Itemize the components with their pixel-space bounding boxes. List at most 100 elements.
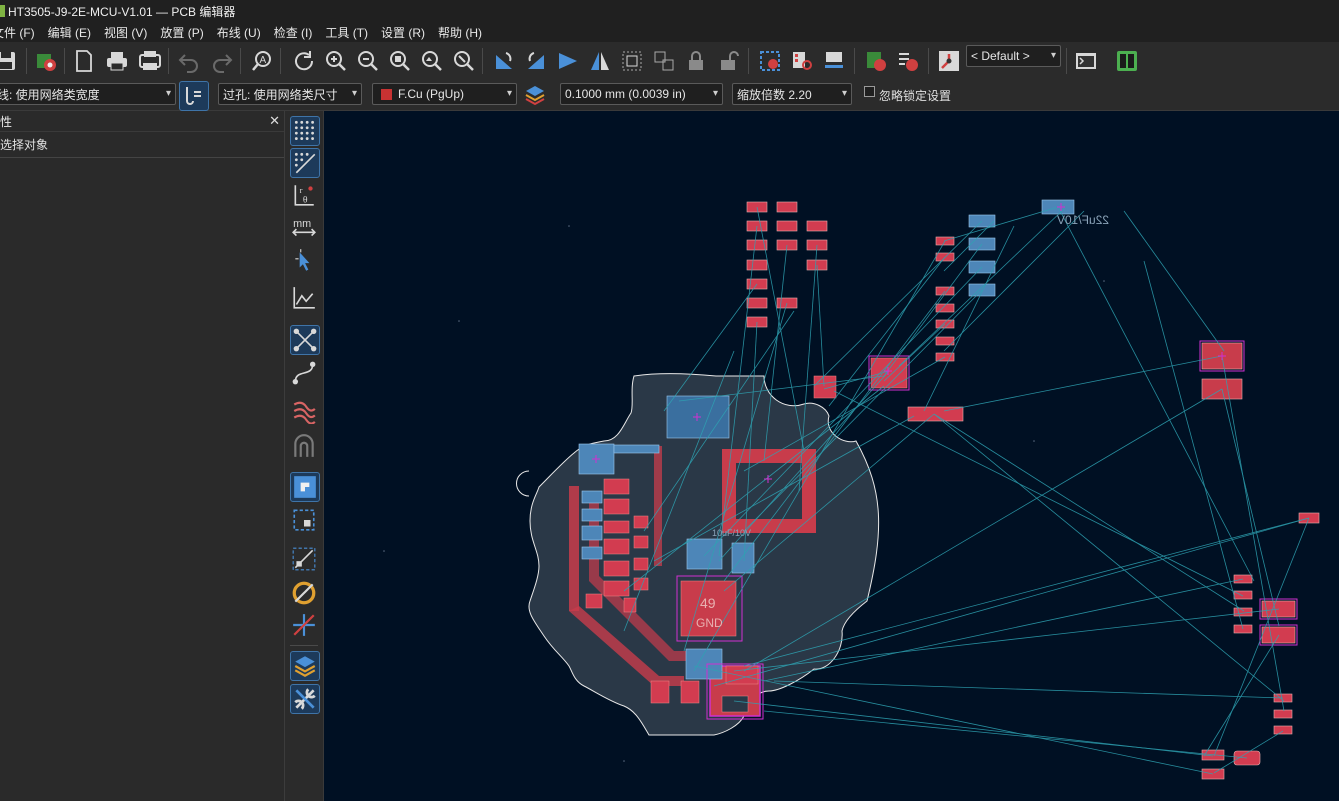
auto-width-button[interactable] bbox=[179, 81, 209, 111]
auto-track-width-icon bbox=[186, 87, 201, 105]
ignore-locked-checkbox[interactable] bbox=[864, 86, 875, 97]
find-icon: A bbox=[252, 51, 271, 71]
checklist-button[interactable] bbox=[894, 47, 922, 75]
track-toolbar: 线: 使用网络类宽度 ▾ 过孔: 使用网络类尺寸 ▾ F.Cu (PgUp) ▾ 0.… bbox=[0, 80, 1339, 111]
ratsnest-button[interactable] bbox=[290, 325, 320, 355]
save-button[interactable] bbox=[0, 47, 20, 75]
pcb-canvas[interactable]: 22uF/10V 49 GND 10uF/10V bbox=[324, 111, 1339, 801]
cursor-icon bbox=[295, 249, 310, 271]
properties-empty-message: 选择对象 bbox=[0, 132, 284, 158]
layer-select-value: F.Cu (PgUp) bbox=[398, 87, 465, 101]
layer-pair-button[interactable] bbox=[521, 81, 549, 109]
footprint-editor-button[interactable] bbox=[788, 47, 816, 75]
lock-button[interactable] bbox=[682, 47, 710, 75]
menu-preferences[interactable]: 设置 (R) bbox=[374, 24, 431, 41]
rotate-ccw-icon bbox=[496, 52, 512, 69]
pads-icon bbox=[292, 547, 316, 571]
grid-overrides-icon bbox=[294, 152, 316, 174]
ungroup-button[interactable] bbox=[650, 47, 678, 75]
chevron-down-icon: ▾ bbox=[506, 88, 512, 99]
units-button[interactable]: mm bbox=[290, 214, 318, 242]
app-icon bbox=[0, 5, 5, 17]
undo-button[interactable] bbox=[175, 47, 203, 75]
preset-select-value: < Default > bbox=[971, 49, 1030, 63]
grid-toggle-button[interactable] bbox=[290, 116, 320, 146]
scripting-button[interactable] bbox=[935, 47, 963, 75]
vias-icon bbox=[294, 434, 314, 457]
menu-edit[interactable]: 编辑 (E) bbox=[41, 24, 97, 41]
zoom-fit-button[interactable] bbox=[386, 47, 414, 75]
rotate-cw-button[interactable] bbox=[522, 47, 550, 75]
unlock-button[interactable] bbox=[714, 47, 742, 75]
svg-text:θ: θ bbox=[303, 195, 308, 206]
ignore-locked-label: 忽略锁定设置 bbox=[879, 89, 952, 103]
zone-filled-icon bbox=[294, 476, 316, 498]
print-button[interactable] bbox=[103, 47, 131, 75]
plot-button[interactable] bbox=[136, 47, 164, 75]
track-display-button[interactable] bbox=[290, 397, 318, 425]
graph-button[interactable] bbox=[290, 284, 318, 312]
menu-help[interactable]: 帮助 (H) bbox=[431, 24, 488, 41]
polar-coords-button[interactable]: rθ bbox=[290, 181, 318, 209]
via-size-select[interactable]: 过孔: 使用网络类尺寸 ▾ bbox=[218, 83, 362, 105]
cursor-style-button[interactable] bbox=[290, 247, 318, 275]
high-contrast-button[interactable] bbox=[290, 579, 318, 607]
group-button[interactable] bbox=[618, 47, 646, 75]
menu-place[interactable]: 放置 (P) bbox=[153, 24, 209, 41]
properties-title: 性 bbox=[0, 114, 13, 129]
menu-file[interactable]: 文件 (F) bbox=[0, 24, 41, 41]
zoom-select[interactable]: 缩放倍数 2.20 ▾ bbox=[732, 83, 852, 105]
zoom-out-button[interactable] bbox=[354, 47, 382, 75]
pad-display-button[interactable] bbox=[290, 545, 318, 573]
via-display-button[interactable] bbox=[290, 432, 318, 460]
zoom-objects-button[interactable] bbox=[418, 47, 446, 75]
properties-panel: 性 ✕ 选择对象 bbox=[0, 111, 285, 801]
appearance-layers-icon bbox=[294, 656, 316, 677]
layers-icon bbox=[525, 86, 545, 106]
svg-text:mm: mm bbox=[293, 218, 311, 230]
mirror-h-button[interactable] bbox=[554, 47, 582, 75]
drc-button[interactable] bbox=[862, 47, 890, 75]
high-contrast-icon bbox=[292, 581, 316, 605]
curved-ratsnest-button[interactable] bbox=[290, 359, 318, 387]
mirror-horizontal-icon bbox=[559, 53, 577, 69]
zoom-in-icon bbox=[326, 51, 346, 71]
layer-select[interactable]: F.Cu (PgUp) ▾ bbox=[372, 83, 517, 105]
menu-inspect[interactable]: 检查 (I) bbox=[267, 24, 319, 41]
appearance-panel-button[interactable] bbox=[290, 651, 320, 681]
zoom-in-button[interactable] bbox=[322, 47, 350, 75]
net-color-icon bbox=[293, 614, 315, 636]
netlist-button[interactable] bbox=[756, 47, 784, 75]
pcb-drawing: 22uF/10V 49 GND 10uF/10V bbox=[383, 199, 1320, 780]
plugin-button[interactable] bbox=[1113, 47, 1141, 75]
properties-panel-button[interactable] bbox=[290, 684, 320, 714]
preset-select[interactable]: < Default > ▾ bbox=[966, 45, 1061, 67]
net-highlight-button[interactable] bbox=[290, 611, 318, 639]
footprint-browser-button[interactable] bbox=[820, 47, 848, 75]
zone-outline-button[interactable] bbox=[290, 506, 318, 534]
via-size-value: 过孔: 使用网络类尺寸 bbox=[223, 87, 338, 102]
menu-route[interactable]: 布线 (U) bbox=[210, 24, 267, 41]
page-settings-button[interactable] bbox=[70, 47, 98, 75]
refresh-button[interactable] bbox=[290, 47, 318, 75]
mirror-vertical-icon bbox=[591, 52, 609, 70]
zoom-selection-button[interactable] bbox=[450, 47, 478, 75]
save-icon bbox=[0, 52, 15, 70]
grid-overrides-button[interactable] bbox=[290, 148, 320, 178]
find-button[interactable]: A bbox=[248, 47, 276, 75]
close-icon[interactable]: ✕ bbox=[269, 113, 280, 129]
group-icon bbox=[622, 51, 642, 71]
netlist-icon bbox=[760, 51, 780, 71]
menu-view[interactable]: 视图 (V) bbox=[97, 24, 153, 41]
zone-fill-button[interactable] bbox=[290, 472, 320, 502]
layer-color-swatch bbox=[381, 88, 392, 100]
console-button[interactable] bbox=[1072, 47, 1100, 75]
menu-tools[interactable]: 工具 (T) bbox=[318, 24, 374, 41]
rotate-ccw-button[interactable] bbox=[490, 47, 518, 75]
grid-select[interactable]: 0.1000 mm (0.0039 in) ▾ bbox=[560, 83, 723, 105]
board-setup-button[interactable] bbox=[32, 47, 60, 75]
redo-button[interactable] bbox=[208, 47, 236, 75]
polar-coords-icon: rθ bbox=[294, 185, 314, 206]
track-width-select[interactable]: 线: 使用网络类宽度 ▾ bbox=[0, 83, 176, 105]
mirror-v-button[interactable] bbox=[586, 47, 614, 75]
